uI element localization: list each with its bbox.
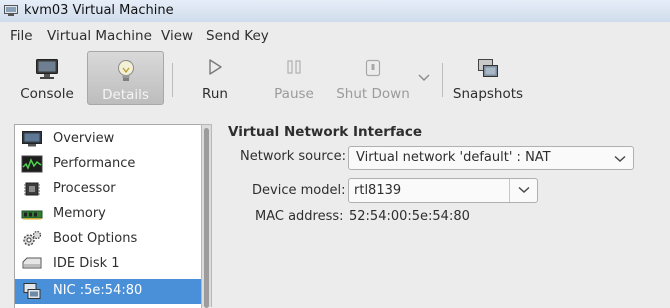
snapshots-icon [478, 59, 498, 77]
menu-send-key[interactable]: Send Key [206, 28, 269, 44]
chevron-down-icon [518, 186, 530, 194]
device-model-label: Device model: [252, 183, 346, 198]
disk-drive-icon [22, 257, 42, 269]
console-button[interactable]: Console [14, 51, 80, 105]
shutdown-icon [365, 59, 381, 77]
toolbar: Console Details Run Pause Shut Down Snap… [0, 49, 670, 111]
network-source-select[interactable]: Virtual network 'default' : NAT [348, 146, 634, 170]
network-source-label: Network source: [240, 149, 346, 164]
gears-icon [23, 230, 42, 246]
pause-icon [287, 60, 301, 74]
cpu-chip-icon [24, 182, 40, 196]
console-monitor-icon [36, 59, 58, 79]
sidebar-item-boot-options[interactable]: Boot Options [15, 227, 201, 252]
sidebar-scrollbar[interactable] [201, 124, 212, 308]
sidebar-item-processor[interactable]: Processor [15, 177, 201, 202]
mac-address-value: 52:54:00:5e:54:80 [349, 209, 470, 224]
device-model-dropdown-button[interactable] [509, 179, 538, 202]
sidebar-item-nic[interactable]: NIC :5e:54:80 [15, 279, 201, 304]
sidebar-item-performance[interactable]: Performance [15, 152, 201, 177]
pause-button[interactable]: Pause [264, 51, 324, 105]
device-model-combo[interactable]: rtl8139 [348, 178, 538, 203]
play-icon [209, 59, 222, 75]
window-icon [4, 5, 18, 16]
shutdown-button[interactable]: Shut Down [334, 51, 412, 105]
toolbar-separator [172, 63, 173, 97]
title-bar: kvm03 Virtual Machine [0, 0, 670, 23]
sidebar-item-ide-disk[interactable]: IDE Disk 1 [15, 252, 201, 277]
sidebar-item-memory[interactable]: Memory [15, 202, 201, 227]
snapshots-button[interactable]: Snapshots [452, 51, 524, 105]
window-title: kvm03 Virtual Machine [24, 3, 174, 18]
network-card-icon [23, 283, 41, 299]
scrollbar-thumb[interactable] [204, 128, 209, 308]
memory-module-icon [21, 210, 43, 220]
menu-virtual-machine[interactable]: Virtual Machine [47, 28, 152, 44]
menu-bar: File Virtual Machine View Send Key [0, 22, 670, 49]
section-heading: Virtual Network Interface [228, 124, 423, 140]
menu-view[interactable]: View [161, 28, 193, 44]
lightbulb-icon [117, 60, 134, 81]
run-button[interactable]: Run [186, 51, 244, 105]
performance-graph-icon [21, 155, 43, 173]
details-button[interactable]: Details [87, 51, 164, 105]
shutdown-dropdown-icon[interactable] [418, 73, 430, 83]
sidebar-item-overview[interactable]: Overview [15, 127, 201, 152]
toolbar-separator [442, 63, 443, 97]
chevron-down-icon [614, 155, 626, 163]
hardware-list: Overview Performance Processor Memory Bo… [14, 124, 202, 308]
menu-file[interactable]: File [10, 28, 33, 44]
mac-address-label: MAC address: [255, 209, 344, 224]
monitor-icon [22, 131, 42, 147]
